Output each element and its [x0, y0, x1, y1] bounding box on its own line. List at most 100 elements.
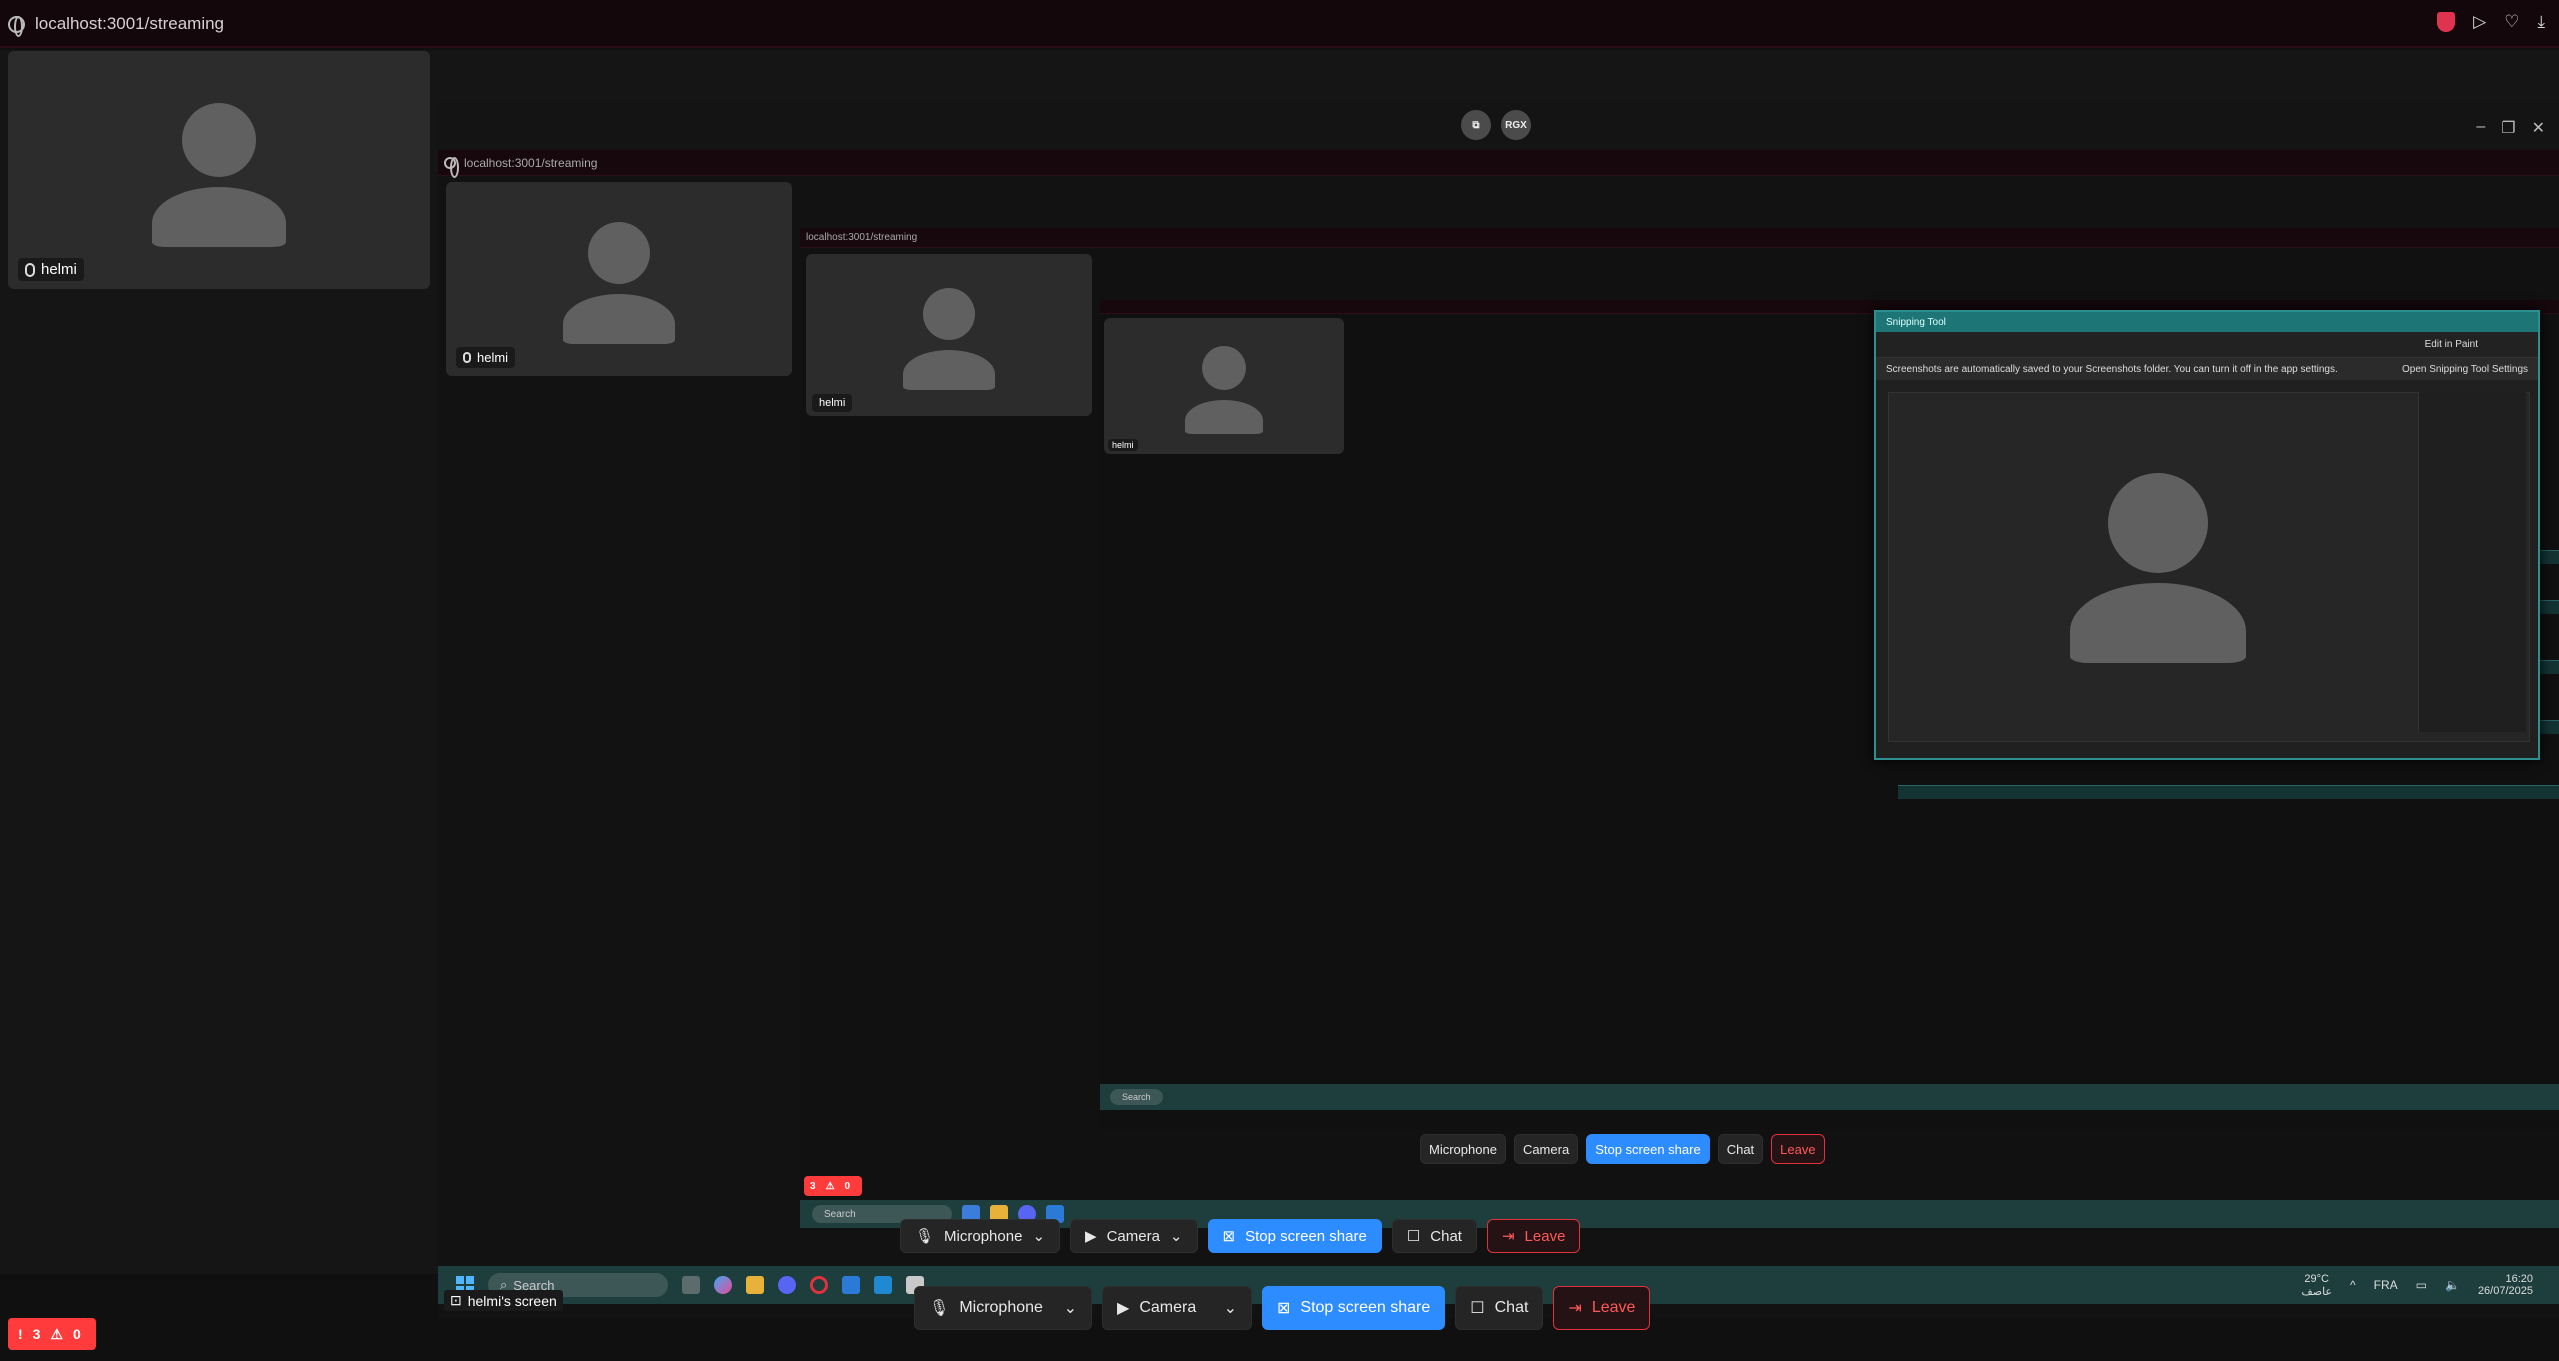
pip-icon[interactable]: ⧉ — [1461, 110, 1491, 140]
leave-button: Leave — [1771, 1134, 1825, 1164]
participant-tile[interactable]: helmi — [8, 51, 430, 289]
mic-off-icon — [25, 262, 35, 277]
screen-share-stage: ⧉ RGX – ❐ ✕ localhost:3001/streaming hel… — [438, 100, 2559, 1318]
camera-icon: ▶ — [1085, 1228, 1097, 1245]
microphone-button: 🎙 Microphone ⌄ — [900, 1219, 1061, 1253]
stop-share-icon: ⊠ — [1277, 1300, 1291, 1317]
participant-name: helmi — [41, 261, 77, 278]
avatar-icon — [562, 222, 676, 344]
chat-button: ☐ Chat — [1391, 1219, 1477, 1253]
microphone-label: Microphone — [959, 1299, 1043, 1316]
chat-label: Chat — [1430, 1227, 1462, 1245]
volume-icon: 🔈 — [2444, 1278, 2460, 1292]
word-icon — [842, 1276, 860, 1294]
chevron-down-icon: ⌄ — [1032, 1228, 1046, 1245]
chevron-up-icon: ^ — [2350, 1278, 2356, 1292]
nested-address-bar: localhost:3001/streaming — [806, 232, 917, 243]
taskbar-search: Search — [1110, 1089, 1163, 1105]
heart-icon[interactable]: ♡ — [2504, 12, 2519, 32]
camera-button: ▶ Camera ⌄ — [1070, 1219, 1198, 1253]
nested-url: localhost:3001/streaming — [806, 232, 918, 243]
leave-label: Leave — [1780, 1141, 1816, 1157]
maximize-icon[interactable]: ❐ — [2501, 118, 2515, 138]
microphone-button[interactable]: 🎙 Microphone ⌄ — [914, 1286, 1092, 1330]
participant-name-tag: helmi — [18, 258, 84, 281]
address-text: localhost:3001/streaming — [35, 14, 225, 33]
stop-share-label: Stop screen share — [1300, 1299, 1431, 1316]
stop-share-button: Stop screen share — [1586, 1134, 1710, 1164]
close-icon[interactable]: ✕ — [2532, 118, 2545, 138]
download-icon[interactable]: ⤓ — [2537, 12, 2545, 32]
badge-count: 3 — [32, 1326, 41, 1342]
stop-share-icon: ⊠ — [1222, 1228, 1236, 1245]
minimize-icon[interactable]: – — [2476, 118, 2485, 138]
warning-icon: ⚠ — [825, 1180, 835, 1192]
stop-screen-share-button[interactable]: ⊠ Stop screen share — [1262, 1286, 1446, 1330]
folder-icon — [746, 1276, 764, 1294]
microphone-label: Microphone — [944, 1227, 1023, 1245]
control-bar: 🎙 Microphone ⌄ ▶ Camera ⌄ ⊠ Stop screen … — [914, 1286, 1651, 1330]
nested-control-bar-1: 🎙 Microphone ⌄ ▶ Camera ⌄ ⊠ Stop screen share… — [900, 1219, 1581, 1253]
error-icon: ! — [18, 1326, 23, 1342]
stop-share-label: Stop screen share — [1595, 1141, 1701, 1157]
mirror-layer — [1898, 785, 2559, 799]
issue-badge[interactable]: ! 3 ⚠ 0 — [8, 1318, 96, 1350]
avatar-icon — [2068, 473, 2248, 663]
play-icon[interactable]: ▷ — [2473, 12, 2486, 32]
warning-icon: ⚠ — [50, 1325, 64, 1342]
chat-icon: ☐ — [1470, 1300, 1485, 1317]
screen-icon: ⊡ — [450, 1292, 462, 1308]
mic-off-icon: 🎙 — [929, 1300, 950, 1317]
opera-icon — [810, 1276, 828, 1294]
avatar-icon — [902, 288, 996, 390]
snipping-tool-window: Snipping Tool Edit in Paint Screenshots … — [1874, 310, 2540, 760]
snipping-notice: Screenshots are automatically saved to y… — [1876, 358, 2538, 380]
rgx-button[interactable]: RGX — [1501, 110, 1531, 140]
snipping-tool-title: Snipping Tool — [1886, 316, 1946, 328]
participant-name: helmi — [819, 397, 846, 409]
browser-toolbar-icons: ▷ ♡ ⤓ — [2437, 12, 2545, 32]
vscode-icon — [874, 1276, 892, 1294]
nested-control-bar-2: Microphone Camera Stop screen share Chat… — [1420, 1134, 1825, 1164]
snipping-notice-text: Screenshots are automatically saved to y… — [1886, 363, 2338, 375]
address-bar[interactable]: localhost:3001/streaming — [8, 8, 224, 40]
screen-share-name: helmi's screen — [467, 1292, 557, 1309]
clock-time: 16:20 — [2505, 1273, 2533, 1285]
chat-button[interactable]: ☐ Chat — [1455, 1286, 1544, 1330]
chevron-down-icon[interactable]: ⌄ — [1064, 1298, 1077, 1318]
leave-button[interactable]: ⇥ Leave — [1553, 1286, 1651, 1330]
window-buttons: – ❐ ✕ — [2476, 118, 2545, 138]
globe-icon — [444, 157, 459, 178]
badge-zero: 0 — [844, 1180, 851, 1192]
chat-icon: ☐ — [1406, 1228, 1421, 1245]
chevron-down-icon: ⌄ — [1169, 1228, 1183, 1245]
chevron-down-icon[interactable]: ⌄ — [1224, 1298, 1237, 1318]
weather-desc: عاصف — [2301, 1285, 2332, 1298]
snipping-tool-titlebar: Snipping Tool — [1876, 312, 2538, 332]
nested-address-bar: localhost:3001/streaming — [444, 156, 597, 178]
avatar-icon — [1184, 346, 1264, 434]
camera-button[interactable]: ▶ Camera ⌄ — [1102, 1286, 1252, 1330]
snipping-side-panel — [2418, 392, 2526, 732]
badge-zero: 0 — [73, 1326, 81, 1342]
camera-label: Camera — [1139, 1299, 1197, 1316]
participant-name: helmi — [477, 350, 509, 365]
microphone-label: Microphone — [1429, 1141, 1497, 1157]
participant-tile: helmi — [806, 254, 1092, 416]
chat-label: Chat — [1494, 1299, 1529, 1316]
mic-icon: 🎙 — [915, 1228, 935, 1245]
leave-label: Leave — [1591, 1299, 1636, 1316]
camera-label: Camera — [1522, 1141, 1570, 1157]
edit-in-paint-label: Edit in Paint — [2424, 339, 2478, 350]
chat-button: Chat — [1717, 1134, 1764, 1164]
browser-top-bar: localhost:3001/streaming ▷ ♡ ⤓ — [0, 0, 2559, 48]
copilot-icon — [714, 1276, 732, 1294]
mic-off-icon — [463, 352, 471, 363]
microphone-button: Microphone — [1420, 1134, 1506, 1164]
leave-button: ⇥ Leave — [1486, 1219, 1581, 1253]
shield-icon[interactable] — [2437, 12, 2456, 32]
streaming-page: helmi ⧉ RGX – ❐ ✕ localhost:3001/streami… — [0, 50, 2559, 1350]
badge-count: 3 — [810, 1180, 816, 1192]
camera-button: Camera — [1513, 1134, 1579, 1164]
leave-icon: ⇥ — [1501, 1228, 1515, 1245]
